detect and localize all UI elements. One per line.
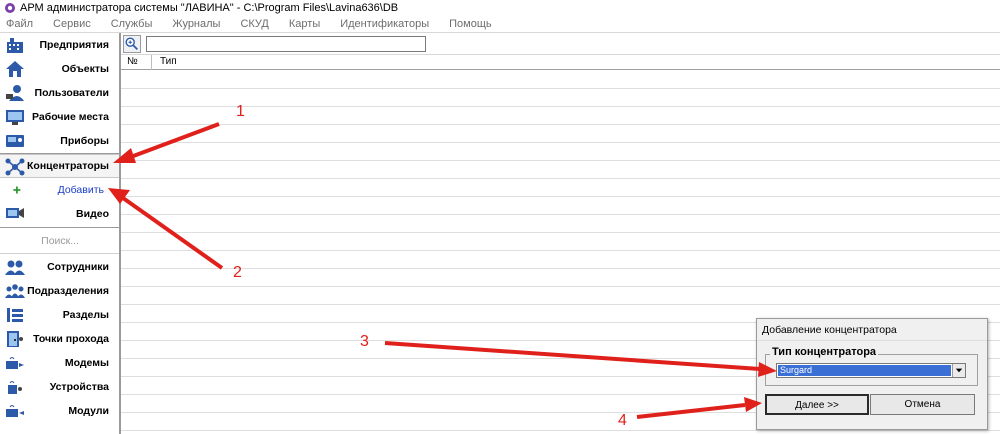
sidebar-item-workplaces[interactable]: Рабочие места [0, 105, 119, 129]
annotation-label-2: 2 [233, 264, 242, 281]
annotation-label-3: 3 [360, 333, 369, 350]
house-icon [6, 61, 24, 77]
table-row [121, 160, 1000, 161]
sidebar-item-label: Подразделения [27, 285, 109, 297]
user-icon [6, 85, 24, 101]
add-hub-dialog: Добавление концентратора Тип концентрато… [756, 318, 988, 430]
sidebar-item-label: Объекты [61, 63, 109, 75]
chevron-down-icon [955, 368, 963, 373]
annotation-label-1: 1 [236, 103, 245, 120]
table-row [121, 268, 1000, 269]
menu-file[interactable]: Файл [6, 18, 33, 30]
column-header-number[interactable]: № [127, 56, 138, 67]
menu-skud[interactable]: СКУД [240, 18, 268, 30]
sidebar-item-devices[interactable]: Приборы [0, 129, 119, 153]
table-row [121, 214, 1000, 215]
title-bar: АРМ администратора системы "ЛАВИНА" - C:… [0, 0, 1000, 16]
sidebar-item-label: Устройства [49, 381, 109, 393]
plus-icon [13, 186, 21, 194]
sidebar-item-label: Сотрудники [47, 261, 109, 273]
sidebar-divider [0, 227, 119, 228]
video-icon [6, 208, 24, 218]
hub-type-label: Тип концентратора [770, 346, 879, 358]
hub-type-select[interactable]: Surgard [776, 363, 966, 378]
table-row [121, 178, 1000, 179]
sidebar-item-label: Точки прохода [33, 333, 109, 345]
device-icon [6, 135, 24, 147]
sidebar-item-departments[interactable]: Подразделения [0, 279, 119, 303]
table-row [121, 124, 1000, 125]
sidebar-item-label: Видео [76, 208, 109, 220]
table-row [121, 196, 1000, 197]
sidebar-item-hubs[interactable]: Концентраторы [0, 154, 119, 178]
table-row [121, 304, 1000, 305]
next-button[interactable]: Далее >> [765, 394, 869, 415]
sidebar-item-add[interactable]: Добавить [0, 178, 119, 202]
sections-icon [7, 308, 23, 322]
menu-identifiers[interactable]: Идентификаторы [340, 18, 429, 30]
modules-icon [6, 405, 24, 417]
column-header-type[interactable]: Тип [160, 56, 177, 67]
table-row [121, 106, 1000, 107]
sidebar-item-label: Модемы [64, 357, 109, 369]
table-row [121, 286, 1000, 287]
sidebar-item-search[interactable]: Поиск... [0, 229, 119, 253]
sidebar-item-label: Приборы [60, 135, 109, 147]
hub-type-group: Тип концентратора Surgard [765, 346, 978, 386]
sidebar-item-label: Добавить [57, 184, 104, 196]
sidebar-item-sections[interactable]: Разделы [0, 303, 119, 327]
window-title: АРМ администратора системы "ЛАВИНА" - C:… [20, 2, 399, 14]
sidebar-item-video[interactable]: Видео [0, 202, 119, 226]
monitor-icon [6, 110, 24, 125]
magnifier-icon [125, 37, 138, 50]
table-row [121, 142, 1000, 143]
sidebar-divider [0, 253, 119, 254]
menu-journals[interactable]: Журналы [172, 18, 220, 30]
employees-icon [5, 260, 25, 275]
sidebar-item-modems[interactable]: Модемы [0, 351, 119, 375]
sidebar-item-modules[interactable]: Модули [0, 399, 119, 423]
sidebar-item-label: Концентраторы [27, 160, 109, 172]
menu-bar: Файл Сервис Службы Журналы СКУД Карты Ид… [0, 16, 1000, 33]
hub-type-selected-value: Surgard [778, 365, 951, 376]
column-divider[interactable] [151, 55, 152, 70]
modem-icon [6, 357, 24, 369]
departments-icon [5, 284, 25, 298]
sidebar-item-label: Рабочие места [32, 111, 109, 123]
sidebar-item-label: Разделы [62, 309, 109, 321]
sidebar-item-enterprises[interactable]: Предприятия [0, 33, 119, 57]
menu-service[interactable]: Сервис [53, 18, 91, 30]
building-icon [7, 38, 23, 53]
cancel-button[interactable]: Отмена [870, 394, 975, 415]
sidebar-item-label: Модули [68, 405, 109, 417]
menu-services[interactable]: Службы [111, 18, 153, 30]
sidebar-item-label: Пользователи [34, 87, 109, 99]
app-icon [5, 3, 15, 13]
dialog-title: Добавление концентратора [757, 319, 987, 341]
sidebar: Предприятия Объекты Пользователи Рабочие… [0, 33, 121, 434]
search-input[interactable] [146, 36, 426, 52]
dropdown-button[interactable] [952, 364, 965, 377]
annotation-label-4: 4 [618, 412, 627, 429]
sidebar-item-users[interactable]: Пользователи [0, 81, 119, 105]
table-header: № Тип [121, 55, 1000, 70]
sidebar-item-label: Поиск... [41, 235, 79, 247]
table-row [121, 430, 1000, 431]
devices-icon [8, 381, 22, 394]
zoom-button[interactable] [123, 35, 141, 53]
hub-icon [5, 158, 25, 176]
sidebar-item-label: Предприятия [39, 39, 109, 51]
sidebar-item-objects[interactable]: Объекты [0, 57, 119, 81]
table-row [121, 232, 1000, 233]
door-icon [7, 331, 23, 347]
sidebar-item-access-points[interactable]: Точки прохода [0, 327, 119, 351]
menu-maps[interactable]: Карты [289, 18, 320, 30]
toolbar [121, 33, 1000, 55]
sidebar-item-units[interactable]: Устройства [0, 375, 119, 399]
table-row [121, 250, 1000, 251]
menu-help[interactable]: Помощь [449, 18, 492, 30]
table-row [121, 88, 1000, 89]
sidebar-item-employees[interactable]: Сотрудники [0, 255, 119, 279]
